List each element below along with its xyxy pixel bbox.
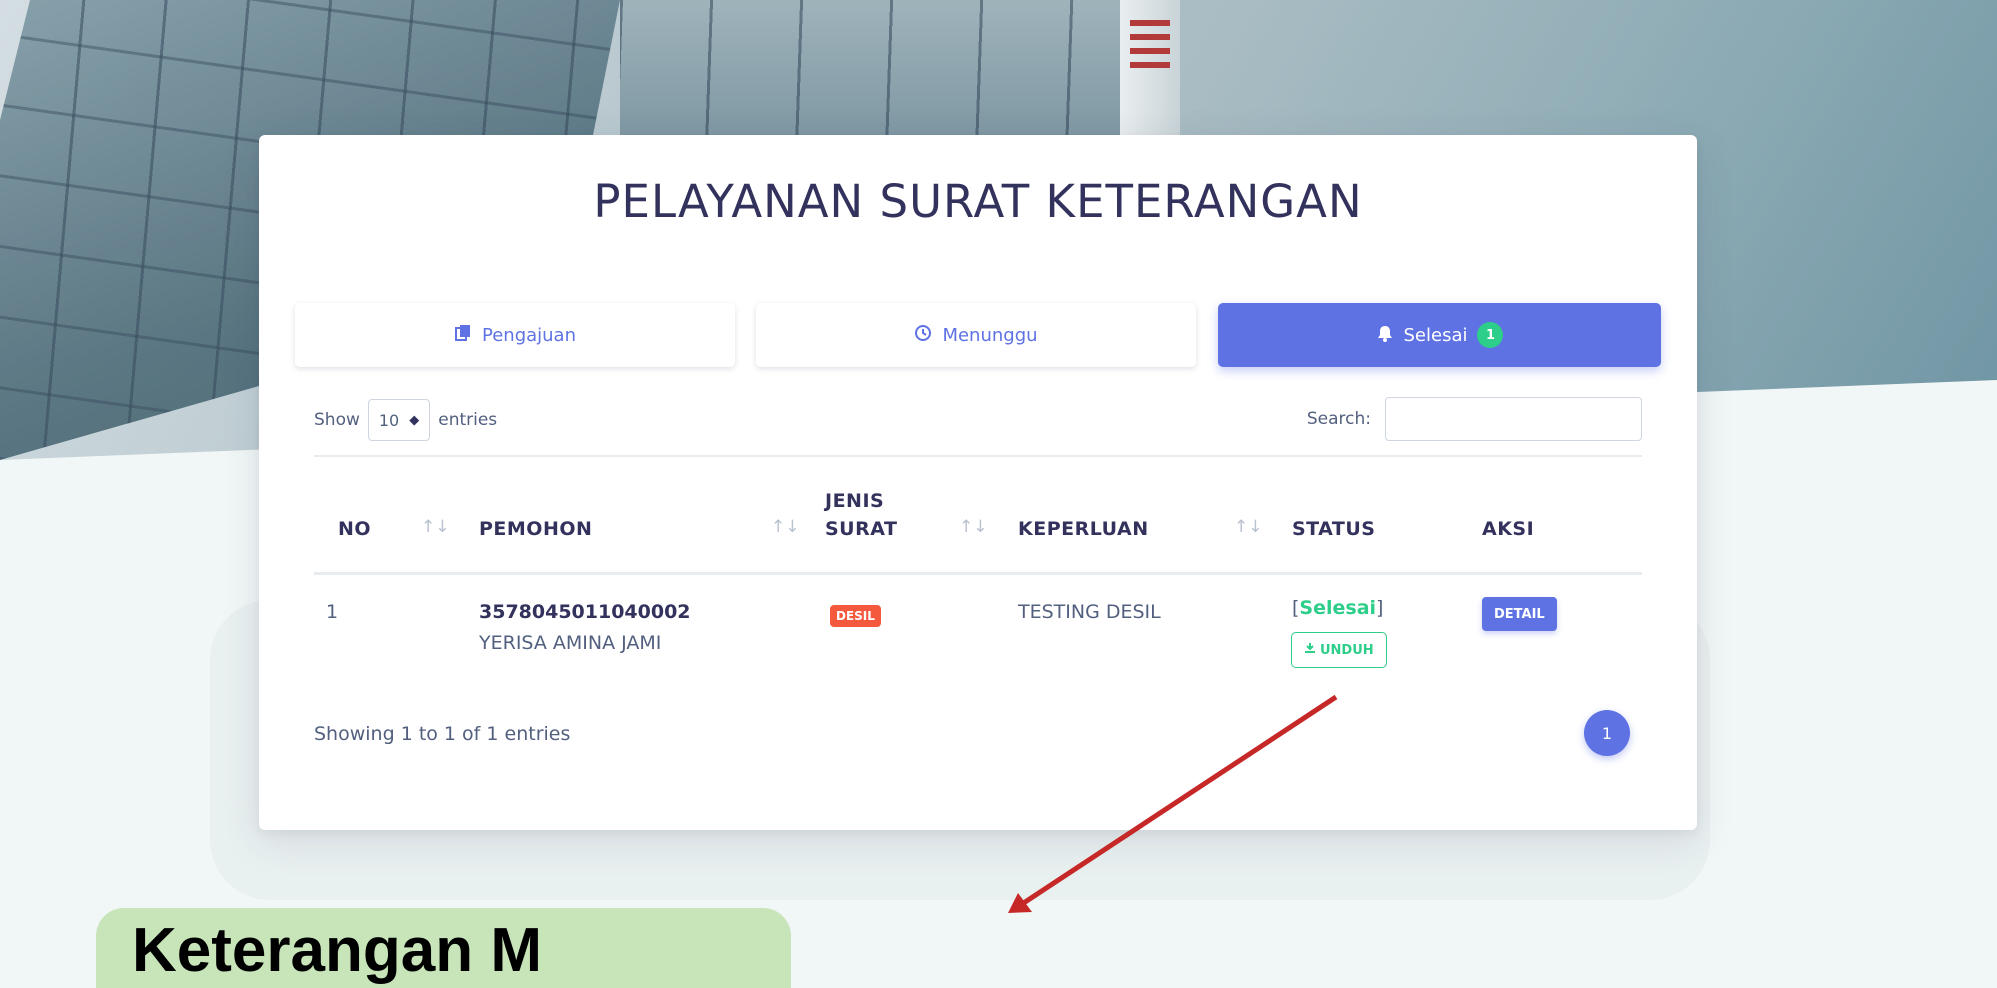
entries-select[interactable]: 10 ◆ <box>367 399 431 441</box>
sort-icon[interactable]: ↑↓ <box>1234 517 1263 537</box>
header-keperluan[interactable]: KEPERLUAN <box>1018 515 1149 543</box>
tower-image <box>1120 0 1180 150</box>
header-no[interactable]: NO <box>338 515 371 543</box>
tab-label: Pengajuan <box>482 324 576 346</box>
sort-icon[interactable]: ↑↓ <box>771 517 800 537</box>
entries-value: 10 <box>378 410 400 430</box>
unduh-label: UNDUH <box>1320 642 1374 658</box>
entries-length: Show 10 ◆ entries <box>314 399 497 441</box>
show-label: Show <box>314 410 360 430</box>
tab-label: Selesai <box>1403 324 1468 346</box>
detail-button[interactable]: DETAIL <box>1482 597 1557 631</box>
search-label: Search: <box>1306 409 1371 429</box>
header-status: STATUS <box>1292 518 1376 540</box>
header-divider <box>314 572 1642 575</box>
header-surat[interactable]: SURAT <box>825 515 897 543</box>
clock-icon <box>914 324 932 347</box>
search-group: Search: <box>1307 397 1642 441</box>
bell-icon <box>1376 324 1394 347</box>
tab-label: Menunggu <box>942 324 1038 346</box>
count-badge: 1 <box>1477 322 1504 348</box>
document-copy-icon <box>454 324 472 347</box>
status-value: Selesai <box>1299 597 1377 619</box>
download-icon <box>1304 642 1316 658</box>
cell-nik: 3578045011040002 <box>479 601 691 623</box>
header-pemohon[interactable]: PEMOHON <box>479 515 592 543</box>
status-text: [Selesai] <box>1292 597 1384 619</box>
cell-keperluan: TESTING DESIL <box>1018 601 1161 623</box>
header-jenis[interactable]: JENIS <box>825 487 884 515</box>
pagination-info: Showing 1 to 1 of 1 entries <box>314 723 571 745</box>
jenis-surat-badge: DESIL <box>830 605 881 627</box>
table-controls: Show 10 ◆ entries Search: <box>314 393 1642 441</box>
search-input[interactable] <box>1385 397 1642 441</box>
sort-icon[interactable]: ↑↓ <box>959 517 988 537</box>
cell-nama: YERISA AMINA JAMI <box>479 632 662 654</box>
tab-menunggu[interactable]: Menunggu <box>756 303 1196 367</box>
sort-icon[interactable]: ↑↓ <box>421 517 450 537</box>
sort-updown-icon: ◆ <box>409 412 420 428</box>
service-card: PELAYANAN SURAT KETERANGAN Pengajuan Men… <box>259 135 1697 830</box>
page-button[interactable]: 1 <box>1584 710 1630 756</box>
header-aksi: AKSI <box>1482 518 1535 540</box>
unduh-button[interactable]: UNDUH <box>1291 632 1387 668</box>
annotation-note: Keterangan M <box>96 908 791 988</box>
tab-selesai[interactable]: Selesai 1 <box>1218 303 1661 367</box>
cell-no: 1 <box>326 601 339 623</box>
entries-label: entries <box>438 410 498 430</box>
tab-pengajuan[interactable]: Pengajuan <box>295 303 735 367</box>
table-top-divider <box>314 455 1642 457</box>
page-title: PELAYANAN SURAT KETERANGAN <box>593 175 1363 228</box>
